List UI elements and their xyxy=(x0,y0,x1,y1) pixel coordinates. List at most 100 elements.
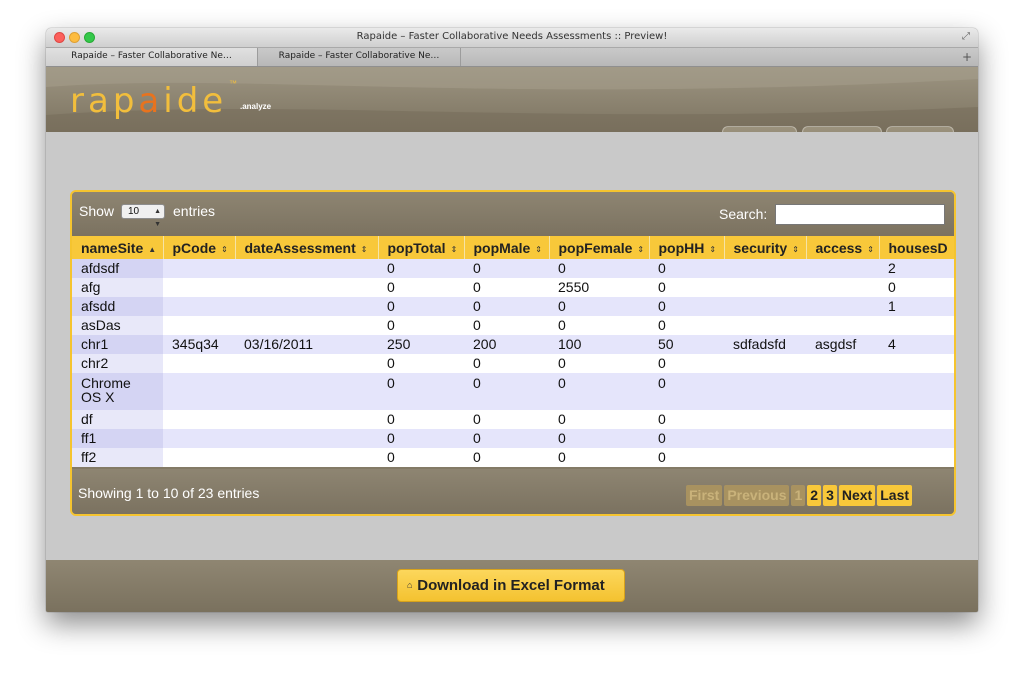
search-label: Search: xyxy=(719,206,768,222)
column-header-pophh[interactable]: popHH ⇕ xyxy=(649,236,725,259)
cell-security: sdfadsfd xyxy=(724,335,806,354)
cell-access xyxy=(806,278,879,297)
table-row[interactable]: ff1 0 0 0 0 xyxy=(72,429,954,448)
cell-popfemale: 0 xyxy=(549,259,649,278)
pagination-previous-button[interactable]: Previous xyxy=(724,485,790,506)
cell-popfemale: 0 xyxy=(549,354,649,373)
cell-dateassessment xyxy=(235,354,378,373)
cell-popmale: 0 xyxy=(464,278,549,297)
cell-pophh: 0 xyxy=(649,429,724,448)
cell-security xyxy=(724,410,806,429)
cell-popmale: 0 xyxy=(464,410,549,429)
pagination-page-1[interactable]: 1 xyxy=(791,485,806,506)
table-row[interactable]: asDas 0 0 0 0 xyxy=(72,316,954,335)
cell-namesite: Chrome OS X xyxy=(72,373,163,410)
table-row[interactable]: afsdd 0 0 0 0 1 xyxy=(72,297,954,316)
cell-access xyxy=(806,373,879,410)
pagination-page-2[interactable]: 2 xyxy=(807,485,822,506)
cell-poptotal: 0 xyxy=(378,429,464,448)
cell-popfemale: 2550 xyxy=(549,278,649,297)
cell-popmale: 0 xyxy=(464,297,549,316)
cell-housesd xyxy=(879,316,954,335)
cell-namesite: asDas xyxy=(72,316,163,335)
column-header-popfemale[interactable]: popFemale ⇕ xyxy=(549,236,650,259)
column-header-pcode[interactable]: pCode ⇕ xyxy=(163,236,236,259)
table-row[interactable]: df 0 0 0 0 xyxy=(72,410,954,429)
cell-dateassessment xyxy=(235,429,378,448)
pagination-last-button[interactable]: Last xyxy=(877,485,913,506)
cell-access xyxy=(806,316,879,335)
download-excel-button[interactable]: ⌂ Download in Excel Format xyxy=(397,569,625,602)
cell-pophh: 0 xyxy=(649,354,724,373)
cell-security xyxy=(724,429,806,448)
cell-pophh: 50 xyxy=(649,335,724,354)
table-body: afdsdf 0 0 0 0 2 afg 0 0 2550 0 0 afsdd 0 0 0 0 1 asDas 0 0 0… xyxy=(72,259,954,467)
cell-poptotal: 0 xyxy=(378,316,464,335)
cell-namesite: ff2 xyxy=(72,448,163,467)
pagination-page-3[interactable]: 3 xyxy=(823,485,837,506)
cell-pophh: 0 xyxy=(649,410,724,429)
page-length-value: 10 xyxy=(128,206,140,217)
cell-pophh: 0 xyxy=(649,259,724,278)
sort-both-icon: ⇕ xyxy=(450,244,458,254)
cell-housesd: 1 xyxy=(879,297,954,316)
cell-popmale: 0 xyxy=(464,448,549,467)
cell-popfemale: 0 xyxy=(549,297,649,316)
cell-poptotal: 0 xyxy=(378,410,464,429)
home-icon: ⌂ xyxy=(407,580,413,590)
column-header-access[interactable]: access ⇕ xyxy=(806,236,880,259)
table-top-controls: Show 10 ▲ ▼ entries Search: xyxy=(72,192,954,236)
cell-pcode xyxy=(163,297,235,316)
cell-poptotal: 0 xyxy=(378,278,464,297)
browser-tab-2[interactable]: Rapaide – Faster Collaborative Ne… xyxy=(258,48,461,66)
cell-housesd: 0 xyxy=(879,278,954,297)
cell-security xyxy=(724,278,806,297)
cell-security xyxy=(724,354,806,373)
pagination-first-button[interactable]: First xyxy=(686,485,723,506)
cell-housesd xyxy=(879,429,954,448)
cell-popfemale: 100 xyxy=(549,335,649,354)
cell-access xyxy=(806,429,879,448)
cell-dateassessment xyxy=(235,278,378,297)
cell-popmale: 0 xyxy=(464,429,549,448)
column-header-security[interactable]: security ⇕ xyxy=(724,236,807,259)
cell-popfemale: 0 xyxy=(549,373,649,410)
table-row[interactable]: afg 0 0 2550 0 0 xyxy=(72,278,954,297)
column-header-poptotal[interactable]: popTotal ⇕ xyxy=(378,236,465,259)
sort-both-icon: ⇕ xyxy=(709,244,717,254)
show-label: Show xyxy=(79,203,115,219)
column-header-housesd[interactable]: housesD xyxy=(879,236,954,259)
page-length-select[interactable]: 10 ▲ ▼ xyxy=(121,204,165,228)
pagination-next-button[interactable]: Next xyxy=(838,485,876,506)
sort-both-icon: ⇕ xyxy=(792,244,799,254)
table-row[interactable]: chr2 0 0 0 0 xyxy=(72,354,954,373)
sort-both-icon: ⇕ xyxy=(867,244,874,254)
table-row[interactable]: Chrome OS X0000 xyxy=(72,373,954,410)
cell-poptotal: 0 xyxy=(378,354,464,373)
table-row[interactable]: afdsdf 0 0 0 0 2 xyxy=(72,259,954,278)
cell-access xyxy=(806,297,879,316)
fullscreen-icon[interactable]: ⤢ xyxy=(960,31,972,43)
rapaide-logo[interactable]: rapaide xyxy=(70,81,227,121)
browser-tab-1[interactable]: Rapaide – Faster Collaborative Ne… xyxy=(46,48,258,66)
tab-bar: Rapaide – Faster Collaborative Ne… Rapai… xyxy=(46,48,978,67)
cell-pcode xyxy=(163,448,235,467)
sort-both-icon: ⇕ xyxy=(637,244,645,254)
column-header-popmale[interactable]: popMale ⇕ xyxy=(464,236,550,259)
cell-dateassessment xyxy=(235,259,378,278)
table-row[interactable]: ff2 0 0 0 0 xyxy=(72,448,954,467)
column-header-namesite[interactable]: nameSite ▲ xyxy=(72,236,164,259)
cell-poptotal: 250 xyxy=(378,335,464,354)
cell-security xyxy=(724,259,806,278)
cell-pcode: 345q34 xyxy=(163,335,235,354)
browser-window: Rapaide – Faster Collaborative Needs Ass… xyxy=(46,28,978,612)
cell-access: asgdsf xyxy=(806,335,879,354)
cell-popfemale: 0 xyxy=(549,410,649,429)
search-input[interactable] xyxy=(775,204,945,225)
new-tab-icon[interactable]: + xyxy=(962,48,972,66)
sort-both-icon: ⇕ xyxy=(535,244,542,254)
column-header-dateassessment[interactable]: dateAssessment ⇕ xyxy=(235,236,379,259)
table-row[interactable]: chr1 345q34 03/16/2011 250 200 100 50 sdfadsfd a… xyxy=(72,335,954,354)
cell-namesite: afsdd xyxy=(72,297,163,316)
cell-namesite: afg xyxy=(72,278,163,297)
